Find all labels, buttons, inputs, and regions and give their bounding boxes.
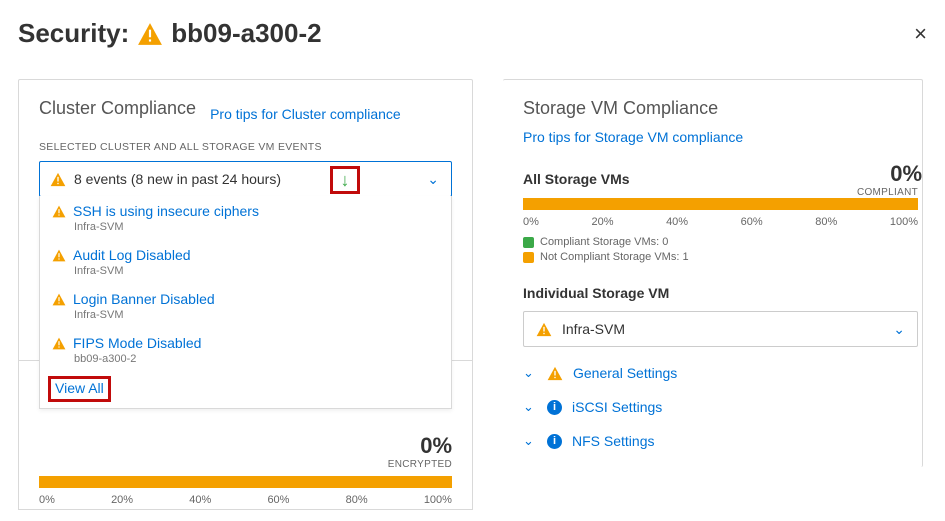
warning-icon [52, 293, 66, 306]
tick: 0% [39, 494, 55, 506]
warning-icon [52, 249, 66, 262]
storage-vm-compliance-card: Storage VM Compliance Pro tips for Stora… [503, 79, 923, 467]
tick: 80% [815, 216, 837, 228]
storage-vm-title: Storage VM Compliance [523, 98, 922, 119]
legend-swatch-orange [523, 252, 534, 263]
general-settings-row[interactable]: ⌄ General Settings [523, 365, 922, 381]
warning-icon [536, 322, 552, 337]
tick: 80% [346, 494, 368, 506]
svm-selected: Infra-SVM [562, 321, 625, 337]
tick: 20% [111, 494, 133, 506]
event-source: bb09-a300-2 [74, 353, 441, 365]
encrypted-ticks: 0% 20% 40% 60% 80% 100% [39, 494, 452, 506]
settings-label: iSCSI Settings [572, 399, 662, 415]
page-title-prefix: Security: [18, 18, 129, 49]
nfs-settings-row[interactable]: ⌄ i NFS Settings [523, 433, 922, 449]
tick: 60% [267, 494, 289, 506]
page-title: bb09-a300-2 [171, 18, 321, 49]
events-subhead: SELECTED CLUSTER AND ALL STORAGE VM EVEN… [39, 141, 452, 153]
event-item[interactable]: FIPS Mode Disabled bb09-a300-2 [40, 328, 451, 372]
event-source: Infra-SVM [74, 309, 441, 321]
warning-icon [52, 205, 66, 218]
event-title: Login Banner Disabled [73, 291, 215, 307]
tick: 0% [523, 216, 539, 228]
encrypted-percent: 0% [39, 433, 452, 459]
event-source: Infra-SVM [74, 265, 441, 277]
event-item[interactable]: Audit Log Disabled Infra-SVM [40, 240, 451, 284]
cluster-tips-link[interactable]: Pro tips for Cluster compliance [210, 106, 401, 122]
compliance-ticks: 0% 20% 40% 60% 80% 100% [523, 216, 918, 228]
tick: 20% [591, 216, 613, 228]
page-header: Security: bb09-a300-2 × [18, 8, 927, 49]
tick: 40% [666, 216, 688, 228]
settings-label: General Settings [573, 365, 677, 381]
warning-icon [137, 22, 163, 46]
chevron-down-icon: ⌄ [523, 433, 537, 449]
chevron-down-icon: ⌄ [523, 365, 537, 381]
warning-icon [50, 172, 66, 187]
chevron-down-icon: ⌄ [427, 171, 439, 188]
chevron-down-icon: ⌄ [893, 321, 905, 338]
event-title: FIPS Mode Disabled [73, 335, 201, 351]
info-icon: i [547, 434, 562, 449]
warning-icon [52, 337, 66, 350]
close-icon[interactable]: × [914, 21, 927, 47]
compliance-bar [523, 198, 918, 210]
download-arrow-icon[interactable]: ↓ [341, 170, 350, 191]
iscsi-settings-row[interactable]: ⌄ i iSCSI Settings [523, 399, 922, 415]
events-dropdown[interactable]: 8 events (8 new in past 24 hours) ↓ ⌄ [39, 161, 452, 197]
storage-vm-tips-link[interactable]: Pro tips for Storage VM compliance [523, 129, 922, 145]
legend-noncompliant: Not Compliant Storage VMs: 1 [540, 251, 689, 263]
compliant-label: COMPLIANT [523, 187, 918, 198]
event-title: SSH is using insecure ciphers [73, 203, 259, 219]
tick: 40% [189, 494, 211, 506]
settings-label: NFS Settings [572, 433, 654, 449]
event-item[interactable]: Login Banner Disabled Infra-SVM [40, 284, 451, 328]
cluster-compliance-card: Cluster Compliance Pro tips for Cluster … [18, 79, 473, 467]
dropdown-text: 8 events (8 new in past 24 hours) [74, 171, 281, 187]
event-item[interactable]: SSH is using insecure ciphers Infra-SVM [40, 196, 451, 240]
encrypted-bar [39, 476, 452, 488]
encrypted-label: ENCRYPTED [39, 459, 452, 470]
event-title: Audit Log Disabled [73, 247, 191, 263]
compliant-percent: 0% [890, 161, 922, 187]
legend: Compliant Storage VMs: 0 Not Compliant S… [523, 236, 922, 263]
view-all-link[interactable]: View All [55, 380, 104, 396]
tick: 100% [424, 494, 452, 506]
chevron-down-icon: ⌄ [523, 399, 537, 415]
legend-swatch-green [523, 237, 534, 248]
tick: 60% [741, 216, 763, 228]
warning-icon [547, 366, 563, 381]
all-storage-vms-label: All Storage VMs [523, 171, 630, 187]
individual-svm-label: Individual Storage VM [523, 285, 922, 301]
tick: 100% [890, 216, 918, 228]
legend-compliant: Compliant Storage VMs: 0 [540, 236, 668, 248]
info-icon: i [547, 400, 562, 415]
download-highlight: ↓ [330, 166, 360, 194]
cluster-compliance-title: Cluster Compliance [39, 98, 196, 119]
svm-select[interactable]: Infra-SVM ⌄ [523, 311, 918, 347]
events-dropdown-list: SSH is using insecure ciphers Infra-SVM … [39, 196, 452, 409]
event-source: Infra-SVM [74, 221, 441, 233]
view-all-highlight: View All [48, 376, 111, 402]
